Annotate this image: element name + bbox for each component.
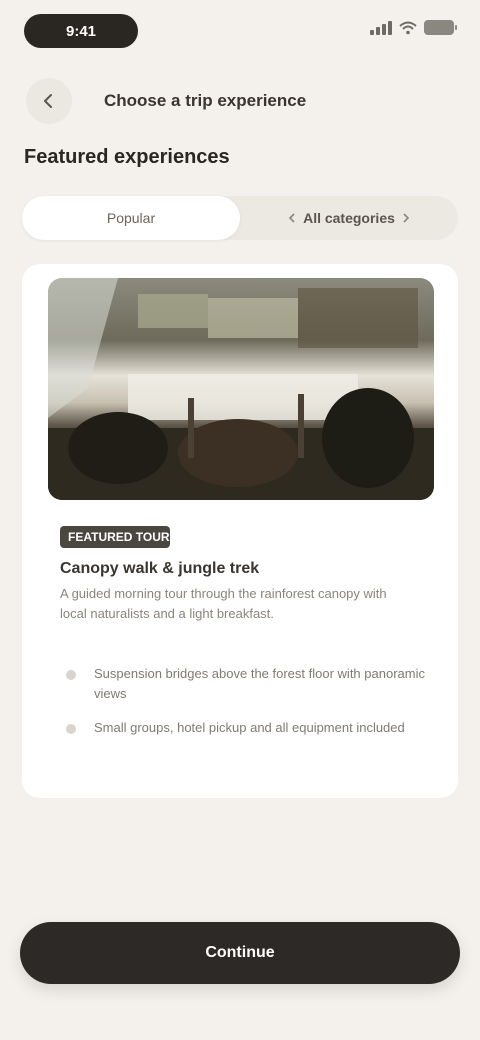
wifi-icon — [399, 21, 417, 34]
continue-button[interactable]: Continue — [20, 922, 460, 984]
card-bullet-list: Suspension bridges above the forest floo… — [60, 664, 430, 752]
app-screen: 9:41 Choose a trip experience Featured e… — [0, 0, 480, 1040]
status-bar: 9:41 — [0, 0, 480, 60]
list-item: Small groups, hotel pickup and all equip… — [60, 718, 430, 738]
chevron-left-icon — [288, 213, 295, 223]
section-title: Featured experiences — [24, 146, 230, 168]
tab-popular[interactable]: Popular — [22, 196, 240, 240]
bullet-text: Small groups, hotel pickup and all equip… — [94, 720, 405, 735]
header: Choose a trip experience — [0, 76, 480, 126]
card-kicker: FEATURED TOUR — [60, 526, 170, 548]
card-description: A guided morning tour through the rainfo… — [60, 586, 387, 621]
status-icons — [370, 20, 457, 35]
bullet-dot-icon — [66, 670, 76, 680]
list-item: Suspension bridges above the forest floo… — [60, 664, 430, 704]
header-title: Choose a trip experience — [104, 91, 307, 110]
signal-icon — [370, 20, 392, 35]
status-time: 9:41 — [24, 14, 138, 48]
experience-card[interactable]: FEATURED TOUR Canopy walk & jungle trek … — [22, 264, 458, 798]
card-heading: Canopy walk & jungle trek — [60, 560, 260, 577]
chevron-right-icon — [403, 213, 410, 223]
arrow-left-icon — [44, 94, 52, 108]
back-button[interactable] — [26, 78, 72, 124]
tab-label: All categories — [303, 210, 395, 226]
bullet-text: Suspension bridges above the forest floo… — [94, 666, 425, 701]
bullet-dot-icon — [66, 724, 76, 734]
segmented-tabs: Popular All categories — [22, 196, 458, 240]
tab-all-categories[interactable]: All categories — [240, 196, 458, 240]
battery-icon — [424, 20, 457, 35]
experience-photo — [48, 278, 434, 500]
tab-label: Popular — [106, 210, 156, 226]
